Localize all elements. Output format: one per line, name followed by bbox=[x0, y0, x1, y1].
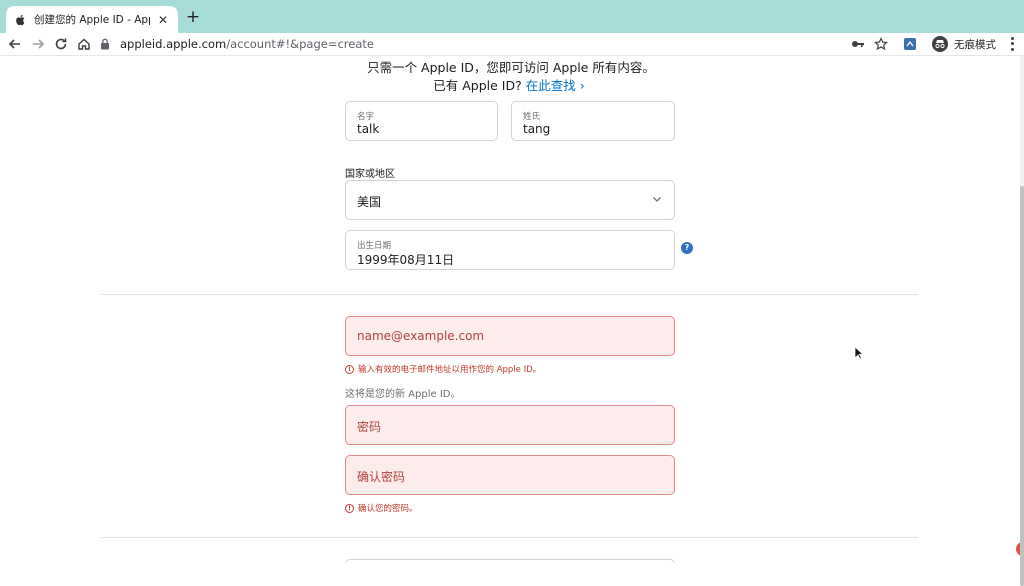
country-value: 美国 bbox=[357, 195, 382, 209]
first-name-label: 名字 bbox=[357, 112, 375, 122]
next-field-edge bbox=[345, 559, 675, 563]
last-name-value: tang bbox=[523, 122, 551, 136]
confirm-password-error: ! 确认您的密码。 bbox=[345, 502, 418, 514]
birthday-field[interactable]: 出生日期 1999年08月11日 bbox=[345, 230, 675, 270]
email-hint: 这将是您的新 Apple ID。 bbox=[345, 389, 461, 400]
intro-text: 只需一个 Apple ID，您即可访问 Apple 所有内容。 bbox=[367, 60, 655, 75]
first-name-value: talk bbox=[357, 122, 380, 136]
menu-dot bbox=[1010, 37, 1014, 41]
email-error: ! 输入有效的电子邮件地址以用作您的 Apple ID。 bbox=[345, 363, 541, 375]
bookmark-button[interactable] bbox=[873, 35, 889, 53]
last-name-label: 姓氏 bbox=[523, 112, 541, 122]
star-icon bbox=[874, 37, 888, 51]
back-button[interactable] bbox=[6, 35, 24, 53]
menu-dot bbox=[1010, 47, 1014, 51]
confirm-password-placeholder: 确认密码 bbox=[357, 470, 406, 484]
birthday-value: 1999年08月11日 bbox=[357, 253, 455, 267]
extension-icon bbox=[904, 38, 916, 50]
confirm-password-input[interactable]: 确认密码 bbox=[345, 455, 675, 495]
browser-menu-button[interactable] bbox=[1006, 36, 1018, 52]
mouse-cursor-icon bbox=[854, 346, 864, 360]
lock-icon bbox=[101, 38, 109, 50]
first-name-field[interactable]: 名字 talk bbox=[345, 101, 498, 141]
password-placeholder: 密码 bbox=[357, 420, 382, 434]
extension-button[interactable] bbox=[902, 35, 918, 53]
address-bar[interactable]: appleid.apple.com/account#!&page=create bbox=[100, 33, 900, 55]
country-label: 国家或地区 bbox=[345, 169, 395, 180]
page-content: 只需一个 Apple ID，您即可访问 Apple 所有内容。 已有 Apple… bbox=[0, 56, 1024, 563]
chevron-down-icon bbox=[653, 197, 661, 202]
home-button[interactable] bbox=[75, 35, 93, 53]
section-divider bbox=[100, 537, 918, 538]
reload-button[interactable] bbox=[52, 35, 70, 53]
tab-title: 创建您的 Apple ID - Apple (中国 bbox=[34, 14, 150, 26]
key-icon bbox=[852, 41, 864, 47]
section-divider bbox=[100, 294, 918, 295]
menu-dot bbox=[1010, 42, 1014, 46]
reload-icon bbox=[55, 38, 67, 50]
help-icon[interactable]: ? bbox=[681, 242, 693, 254]
url-host: appleid.apple.com bbox=[120, 37, 227, 51]
email-error-text: 输入有效的电子邮件地址以用作您的 Apple ID。 bbox=[358, 365, 542, 375]
sign-in-prompt: 已有 Apple ID? 在此查找 › bbox=[0, 75, 1018, 94]
close-tab-icon[interactable]: ✕ bbox=[156, 13, 170, 27]
incognito-label: 无痕模式 bbox=[954, 38, 996, 51]
error-icon: ! bbox=[345, 503, 354, 513]
forward-button[interactable] bbox=[29, 35, 47, 53]
page-scrollbar[interactable] bbox=[1020, 56, 1024, 586]
new-tab-button[interactable]: + bbox=[184, 8, 202, 26]
country-select[interactable]: 美国 bbox=[345, 180, 675, 220]
password-input[interactable]: 密码 bbox=[345, 405, 675, 445]
confirm-password-error-text: 确认您的密码。 bbox=[358, 504, 418, 514]
birthday-label: 出生日期 bbox=[357, 241, 392, 251]
error-icon: ! bbox=[345, 364, 354, 374]
tab-strip: 创建您的 Apple ID - Apple (中国 ✕ + bbox=[0, 0, 1024, 33]
email-input[interactable]: name@example.com bbox=[345, 316, 675, 356]
scrollbar-thumb[interactable] bbox=[1020, 186, 1024, 586]
find-apple-id-link[interactable]: 在此查找 › bbox=[526, 78, 585, 93]
email-placeholder: name@example.com bbox=[357, 329, 485, 343]
arrow-left-icon bbox=[8, 39, 20, 49]
arrow-right-icon bbox=[33, 39, 45, 49]
url-path: /account#!&page=create bbox=[226, 37, 374, 51]
apple-logo-icon bbox=[14, 14, 26, 26]
incognito-indicator[interactable]: 无痕模式 bbox=[932, 34, 996, 54]
existing-id-text: 已有 Apple ID? bbox=[433, 78, 522, 93]
browser-toolbar: appleid.apple.com/account#!&page=create … bbox=[0, 33, 1024, 56]
incognito-icon bbox=[932, 36, 948, 52]
last-name-field[interactable]: 姓氏 tang bbox=[511, 101, 675, 141]
home-icon bbox=[78, 38, 90, 50]
password-key-button[interactable] bbox=[850, 35, 866, 53]
url-text: appleid.apple.com/account#!&page=create bbox=[120, 37, 374, 51]
browser-tab[interactable]: 创建您的 Apple ID - Apple (中国 ✕ bbox=[6, 6, 178, 33]
